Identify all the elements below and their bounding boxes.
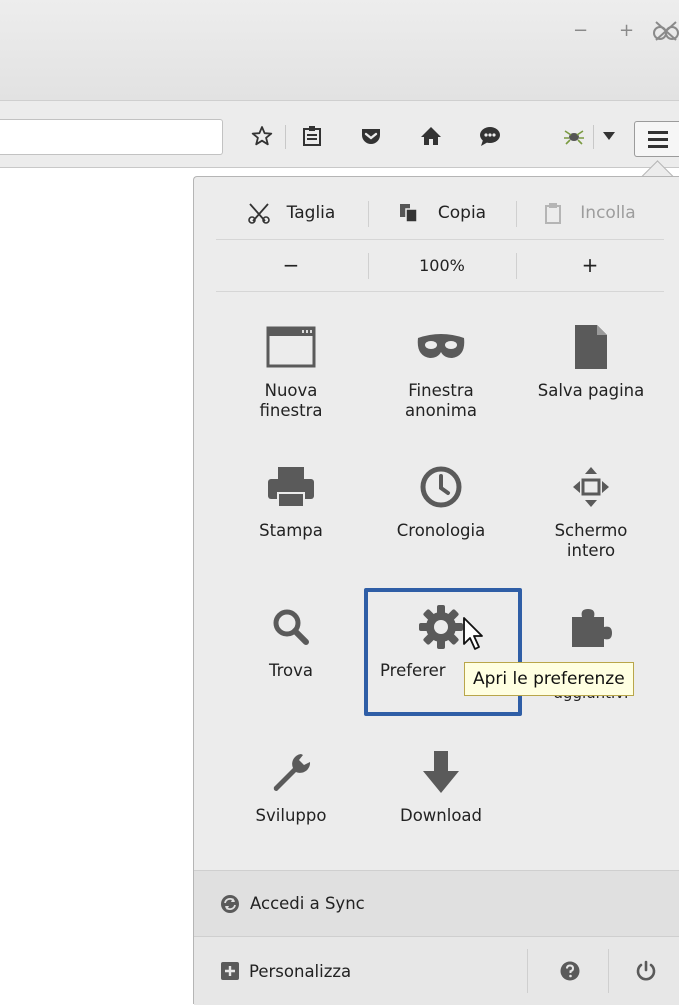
zoom-reset-button[interactable]: 100% bbox=[368, 239, 516, 291]
window-icon bbox=[266, 326, 316, 368]
extension-button[interactable] bbox=[557, 119, 591, 153]
copy-icon bbox=[399, 204, 418, 223]
panel-footer: Personalizza bbox=[194, 936, 679, 1005]
fullscreen-label: Schermo intero bbox=[554, 521, 628, 560]
zoom-controls: − 100% + bbox=[216, 239, 664, 292]
bookmark-star-button[interactable] bbox=[245, 119, 279, 153]
print-label: Stampa bbox=[259, 521, 323, 540]
puzzle-icon bbox=[572, 609, 612, 647]
cut-label: Taglia bbox=[286, 203, 336, 223]
clipboard-icon bbox=[545, 203, 562, 224]
quit-button[interactable] bbox=[630, 955, 662, 987]
new-window-button[interactable]: Nuova finestra bbox=[216, 317, 366, 447]
save-page-button[interactable]: Salva pagina bbox=[516, 317, 666, 447]
bookmarks-menu-button[interactable] bbox=[295, 119, 329, 153]
extension-dropdown[interactable] bbox=[597, 119, 621, 153]
maximize-button[interactable]: + bbox=[619, 20, 634, 41]
zoom-in-button[interactable]: + bbox=[516, 239, 664, 291]
paste-button[interactable]: Incolla bbox=[516, 187, 664, 239]
bookmarks-list-icon bbox=[303, 126, 321, 146]
fullscreen-icon bbox=[573, 467, 609, 507]
sync-icon bbox=[221, 894, 239, 913]
copy-label: Copia bbox=[437, 203, 487, 223]
cut-button[interactable]: Taglia bbox=[216, 187, 366, 239]
print-button[interactable]: Stampa bbox=[216, 457, 366, 587]
private-window-label: Finestra anonima bbox=[405, 381, 477, 420]
mask-icon bbox=[417, 334, 465, 358]
fullscreen-button[interactable]: Schermo intero bbox=[516, 457, 666, 587]
find-button[interactable]: Trova bbox=[216, 597, 366, 727]
clock-icon bbox=[420, 466, 462, 508]
navigation-toolbar bbox=[0, 100, 679, 168]
printer-icon bbox=[268, 467, 314, 508]
menu-button[interactable] bbox=[634, 121, 679, 157]
sync-label: Accedi a Sync bbox=[250, 894, 365, 913]
bug-icon bbox=[564, 130, 584, 145]
zoom-out-button[interactable]: − bbox=[216, 239, 366, 291]
sync-button[interactable]: Accedi a Sync bbox=[194, 870, 679, 936]
title-bar: − + bbox=[0, 0, 679, 100]
plus-box-icon bbox=[221, 962, 239, 980]
find-label: Trova bbox=[268, 661, 314, 680]
magnifier-icon bbox=[273, 609, 309, 645]
copy-button[interactable]: Copia bbox=[368, 187, 516, 239]
page-icon bbox=[575, 325, 607, 369]
download-arrow-icon bbox=[423, 751, 459, 793]
pocket-icon bbox=[362, 129, 380, 144]
new-window-label: Nuova finestra bbox=[259, 381, 323, 420]
save-page-label: Salva pagina bbox=[537, 381, 645, 400]
home-button[interactable] bbox=[414, 119, 448, 153]
hamburger-icon bbox=[648, 131, 668, 148]
chat-bubble-icon bbox=[480, 127, 500, 146]
history-button[interactable]: Cronologia bbox=[366, 457, 516, 587]
customize-label: Personalizza bbox=[249, 961, 352, 981]
star-icon bbox=[251, 126, 273, 146]
scissors-icon bbox=[247, 203, 270, 224]
chevron-down-icon bbox=[603, 132, 615, 140]
chat-button[interactable] bbox=[473, 119, 507, 153]
mouse-cursor-icon bbox=[463, 617, 483, 650]
private-window-button[interactable]: Finestra anonima bbox=[366, 317, 516, 447]
url-bar[interactable] bbox=[0, 119, 223, 155]
edit-controls: Taglia Copia Incolla bbox=[216, 187, 664, 240]
customize-button[interactable]: Personalizza bbox=[194, 937, 526, 1005]
preferences-tooltip: Apri le preferenze bbox=[464, 662, 634, 696]
help-button[interactable] bbox=[554, 955, 586, 987]
preferences-highlight bbox=[364, 588, 522, 716]
home-icon bbox=[421, 127, 441, 145]
pocket-button[interactable] bbox=[354, 119, 388, 153]
history-label: Cronologia bbox=[396, 521, 486, 540]
close-button[interactable] bbox=[650, 18, 679, 49]
developer-button[interactable]: Sviluppo bbox=[216, 742, 366, 872]
downloads-label: Download bbox=[399, 806, 483, 825]
downloads-button[interactable]: Download bbox=[366, 742, 516, 872]
minimize-button[interactable]: − bbox=[573, 20, 588, 41]
help-icon bbox=[560, 961, 580, 981]
close-icon bbox=[653, 21, 679, 41]
paste-label: Incolla bbox=[580, 203, 636, 223]
developer-label: Sviluppo bbox=[255, 806, 327, 825]
wrench-icon bbox=[273, 754, 311, 791]
power-icon bbox=[636, 960, 656, 981]
